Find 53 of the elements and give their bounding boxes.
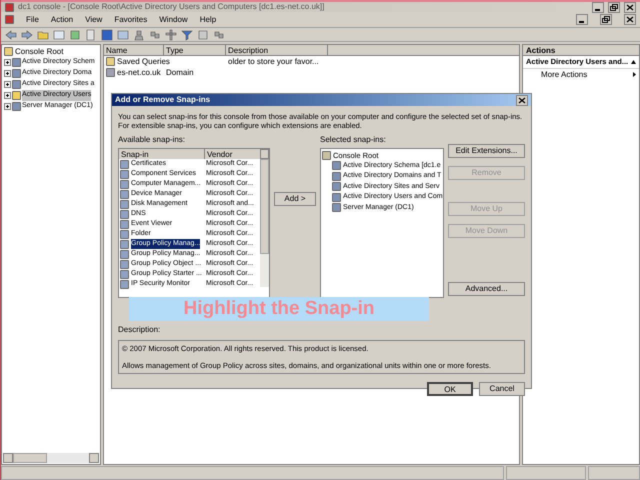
tree-item[interactable]: Console Root xyxy=(15,46,64,58)
expand-icon[interactable] xyxy=(4,81,11,88)
close-button[interactable] xyxy=(624,14,636,25)
cancel-button[interactable]: Cancel xyxy=(479,382,525,396)
menu-item[interactable]: Favorites xyxy=(114,14,148,26)
column-header[interactable]: Name xyxy=(104,45,164,55)
expand-icon[interactable] xyxy=(4,70,11,77)
ok-button[interactable]: OK xyxy=(427,382,473,396)
user-icon[interactable] xyxy=(133,28,145,40)
caption-banner: Highlight the Snap-in xyxy=(129,297,429,321)
minimize-button[interactable] xyxy=(576,14,588,25)
list-cell: Domain xyxy=(166,68,194,76)
caret-up-icon[interactable] xyxy=(631,60,636,64)
expand-icon[interactable] xyxy=(4,103,11,110)
close-button[interactable] xyxy=(516,94,528,106)
list-cell: older to store your favor... xyxy=(228,56,319,66)
column-header[interactable]: Vendor xyxy=(205,149,260,159)
available-label: Available snap-ins: xyxy=(118,134,186,146)
status-bar xyxy=(588,466,640,480)
menu-item[interactable]: View xyxy=(85,14,102,26)
restore-button[interactable] xyxy=(608,2,620,12)
menu-item[interactable]: File xyxy=(26,14,39,26)
list-cell[interactable]: Saved Queries xyxy=(117,56,170,68)
side-button[interactable]: Edit Extensions... xyxy=(448,144,525,158)
forward-arrow-icon[interactable] xyxy=(21,28,33,40)
minimize-button[interactable] xyxy=(592,2,604,12)
window-title: dc1 console - [Console Root\Active Directory Users and Computers [dc1.es-net.co.uk]] xyxy=(18,1,326,13)
close-button[interactable] xyxy=(624,2,636,12)
list-cell[interactable]: es-net.co.uk xyxy=(117,66,161,78)
column-header[interactable]: Snap-in xyxy=(119,149,205,159)
column-header[interactable]: Type xyxy=(164,45,226,55)
description-label: Description: xyxy=(118,324,162,336)
filter-icon[interactable] xyxy=(181,28,193,40)
close-icon xyxy=(626,16,634,23)
actions-title: Actions xyxy=(523,45,639,56)
selected-label: Selected snap-ins: xyxy=(320,134,387,146)
scrollbar[interactable] xyxy=(3,453,99,463)
scrollbar[interactable] xyxy=(260,149,269,287)
menu-item[interactable]: Window xyxy=(159,14,188,26)
advanced-button[interactable]: Advanced... xyxy=(448,282,525,296)
menu-item[interactable]: Help xyxy=(200,14,216,26)
close-icon xyxy=(518,96,526,104)
dialog-title: Add or Remove Snap-ins xyxy=(115,94,212,106)
back-arrow-icon[interactable] xyxy=(5,28,17,40)
expand-icon[interactable] xyxy=(4,59,11,66)
close-icon xyxy=(626,4,634,10)
column-header[interactable]: Description xyxy=(226,45,328,55)
caret-right-icon xyxy=(633,72,636,77)
expand-icon[interactable] xyxy=(4,92,11,99)
menu-item[interactable]: Action xyxy=(50,14,74,26)
add-button[interactable]: Add > xyxy=(274,192,316,206)
restore-button[interactable] xyxy=(600,14,612,25)
action-item[interactable]: More Actions xyxy=(541,68,588,80)
